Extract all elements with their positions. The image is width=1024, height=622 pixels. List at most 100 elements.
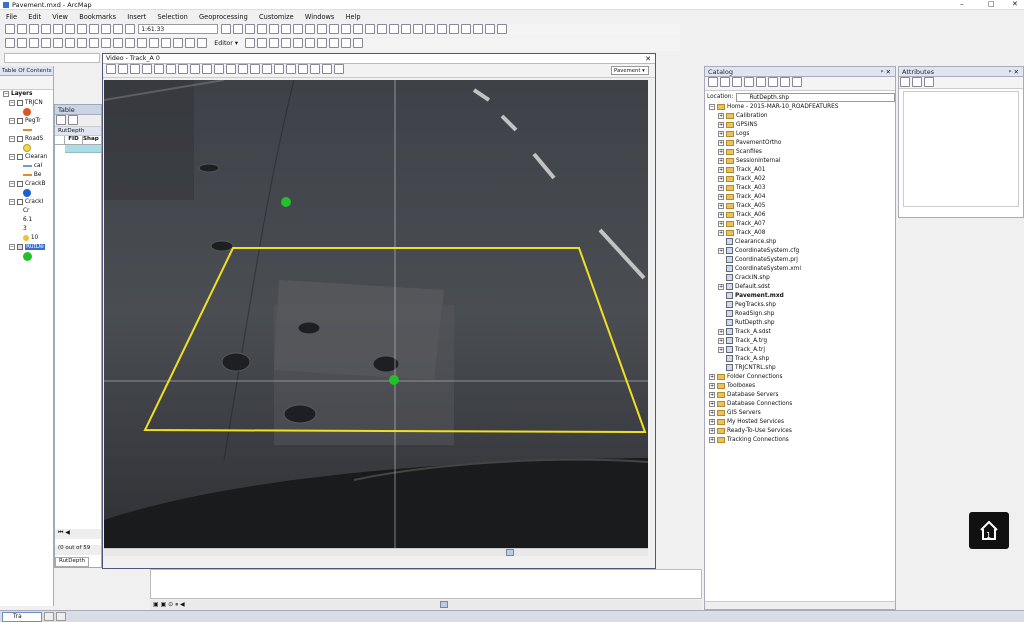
table-row[interactable] — [65, 145, 101, 153]
expander-icon[interactable]: + — [718, 166, 724, 173]
expander-icon[interactable]: + — [709, 409, 715, 416]
related-tables-icon[interactable] — [68, 115, 78, 125]
catalog-file[interactable]: RutDepth.shp — [709, 319, 895, 328]
catalog-folder[interactable]: + GPSINS — [709, 121, 895, 130]
minimize-button[interactable]: – — [960, 0, 964, 8]
view-icon[interactable] — [780, 77, 790, 87]
catalog-folder[interactable]: + Calibration — [709, 112, 895, 121]
redo-icon[interactable] — [113, 24, 123, 34]
grid-icon[interactable] — [425, 24, 436, 34]
mesh-icon[interactable] — [461, 24, 472, 34]
refresh-icon[interactable] — [262, 64, 272, 74]
hyperlink-icon[interactable] — [161, 38, 171, 48]
home-button[interactable]: 1 — [969, 512, 1009, 549]
back-icon[interactable] — [708, 77, 718, 87]
toc-layer[interactable]: − CrackB — [3, 180, 53, 189]
catalog-folder[interactable]: + PavementOrtho — [709, 139, 895, 148]
frame-icon[interactable] — [166, 64, 176, 74]
close-button[interactable]: ✕ — [1012, 0, 1018, 8]
catalog-folder[interactable]: + GIS Servers — [709, 409, 895, 418]
expander-icon[interactable]: + — [718, 247, 724, 254]
edit-tool-icon[interactable] — [245, 38, 256, 48]
sketch-icon[interactable] — [257, 38, 268, 48]
catalog-file[interactable]: + Track_A.trj — [709, 346, 895, 355]
catalog-folder[interactable]: + Database Connections — [709, 400, 895, 409]
link-icon[interactable] — [250, 64, 260, 74]
connect-folder-icon[interactable] — [756, 77, 766, 87]
sketch-props-icon[interactable] — [341, 38, 352, 48]
layer-icon[interactable] — [317, 24, 328, 34]
python-icon[interactable] — [281, 24, 292, 34]
catalog-folder[interactable]: + Track_A01 — [709, 166, 895, 175]
catalog-file[interactable]: TRJCNTRL.shp — [709, 364, 895, 373]
select-features-icon[interactable] — [101, 38, 111, 48]
create-features-icon[interactable] — [353, 38, 364, 48]
menu-file[interactable]: File — [6, 13, 17, 21]
catalog-close-button[interactable]: ᵖ ✕ — [881, 67, 891, 77]
catalog-scrollbar[interactable] — [705, 601, 895, 609]
catalog-icon[interactable] — [245, 24, 256, 34]
settings-icon[interactable] — [497, 24, 508, 34]
column-fid[interactable]: FID — [65, 136, 83, 144]
menu-customize[interactable]: Customize — [259, 13, 294, 21]
pan-icon[interactable] — [29, 38, 39, 48]
graph-icon[interactable] — [389, 24, 400, 34]
measure-icon[interactable] — [353, 24, 364, 34]
sort-icon[interactable] — [900, 77, 910, 87]
expander-icon[interactable]: + — [718, 193, 724, 200]
expander-icon[interactable]: + — [718, 202, 724, 209]
image-icon[interactable] — [437, 24, 448, 34]
list-icon[interactable] — [912, 77, 922, 87]
zoom-in-icon[interactable] — [5, 38, 15, 48]
lock-icon[interactable] — [202, 64, 212, 74]
maximize-button[interactable]: □ — [988, 0, 995, 8]
catalog-folder[interactable]: + Track_A02 — [709, 175, 895, 184]
full-extent-icon[interactable] — [41, 38, 51, 48]
menu-edit[interactable]: Edit — [28, 13, 41, 21]
expander-icon[interactable]: + — [709, 436, 715, 443]
expander-icon[interactable]: + — [718, 211, 724, 218]
play-icon[interactable] — [118, 64, 128, 74]
catalog-folder[interactable]: + Tracking Connections — [709, 436, 895, 445]
catalog-folder[interactable]: + My Hosted Services — [709, 418, 895, 427]
find-route-icon[interactable] — [173, 38, 183, 48]
paste-icon[interactable] — [77, 24, 87, 34]
split-icon[interactable] — [305, 38, 316, 48]
menu-help[interactable]: Help — [346, 13, 361, 21]
menu-selection[interactable]: Selection — [157, 13, 187, 21]
video-frame[interactable] — [104, 80, 648, 548]
expander-icon[interactable]: + — [718, 184, 724, 191]
help-icon[interactable] — [305, 24, 316, 34]
catalog-folder[interactable]: + Track_A04 — [709, 193, 895, 202]
print-icon[interactable] — [41, 24, 51, 34]
toc-layer[interactable]: − TRJCN — [3, 99, 53, 108]
expander-icon[interactable]: + — [718, 346, 724, 353]
menu-bookmarks[interactable]: Bookmarks — [79, 13, 116, 21]
fill-icon[interactable] — [322, 64, 332, 74]
step-back-icon[interactable] — [130, 64, 140, 74]
camera-icon[interactable] — [190, 64, 200, 74]
back-icon[interactable] — [77, 38, 87, 48]
open-icon[interactable] — [17, 24, 27, 34]
location-field[interactable]: RutDepth.shp — [736, 92, 895, 102]
up-folder-icon[interactable] — [732, 77, 742, 87]
editor-menu[interactable]: Editor ▾ — [214, 40, 238, 47]
cut-polygon-icon[interactable] — [293, 38, 304, 48]
report-icon[interactable] — [401, 24, 412, 34]
search-icon[interactable] — [257, 24, 268, 34]
table-tab[interactable]: RutDepth — [55, 127, 101, 136]
catalog-folder[interactable]: + Track_A05 — [709, 202, 895, 211]
taskbar-button[interactable] — [56, 612, 66, 621]
catalog-folder[interactable]: + Folder Connections — [709, 373, 895, 382]
toc-layer[interactable]: − CrackI — [3, 198, 53, 207]
zoom-out-icon[interactable] — [17, 38, 27, 48]
pointer-icon[interactable] — [125, 38, 135, 48]
expander-icon[interactable]: + — [709, 418, 715, 425]
video-close-button[interactable]: ✕ — [645, 54, 651, 64]
toc-layer[interactable]: − Clearan — [3, 153, 53, 162]
expander-icon[interactable]: + — [718, 130, 724, 137]
catalog-folder[interactable]: − Home - 2015-MAR-10_ROADFEATURES — [709, 103, 895, 112]
video-icon[interactable] — [449, 24, 460, 34]
catalog-file[interactable]: PegTracks.shp — [709, 301, 895, 310]
attributes-close-button[interactable]: ᵖ ✕ — [1009, 67, 1019, 77]
